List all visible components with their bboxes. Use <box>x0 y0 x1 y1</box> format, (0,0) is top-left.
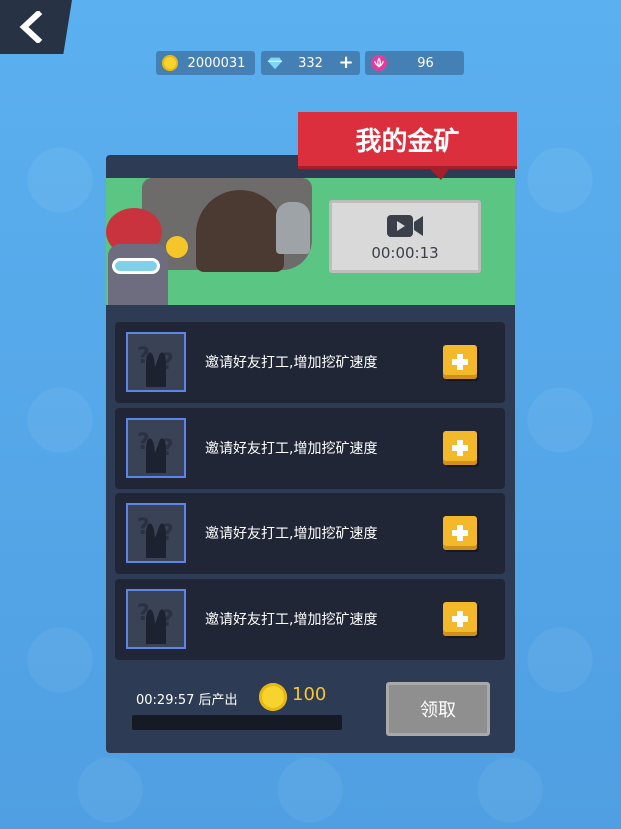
tombstone-illustration <box>276 202 310 254</box>
plus-icon <box>452 611 468 627</box>
crown-icon <box>166 236 188 258</box>
video-camera-icon <box>387 214 423 237</box>
page-title: 我的金矿 <box>298 112 517 180</box>
add-friend-button[interactable] <box>443 516 477 550</box>
mine-entrance-illustration <box>196 190 284 272</box>
avatar: ? ? <box>126 503 186 563</box>
chevron-left-icon <box>19 11 43 43</box>
avatar: ? ? <box>126 418 186 478</box>
unknown-friend-icon: ? ? <box>137 430 174 473</box>
add-gems-button[interactable]: + <box>338 54 354 72</box>
pink-flower-icon <box>371 55 387 71</box>
back-button[interactable] <box>0 0 72 54</box>
plus-icon <box>452 440 468 456</box>
production-timer: 00:29:57 后产出 <box>136 693 238 708</box>
plus-icon <box>452 354 468 370</box>
invite-slot-1[interactable]: ? ? 邀请好友打工,增加挖矿速度 <box>115 322 505 403</box>
unknown-friend-icon: ? ? <box>137 515 174 558</box>
gem-value: 332 <box>298 55 323 71</box>
invite-label: 邀请好友打工,增加挖矿速度 <box>205 612 378 628</box>
production-progress-bar <box>132 715 342 730</box>
watch-video-button[interactable]: 00:00:13 <box>329 200 481 273</box>
gem-counter: 332 + <box>261 51 360 75</box>
coin-icon <box>162 55 178 71</box>
invite-slot-3[interactable]: ? ? 邀请好友打工,增加挖矿速度 <box>115 493 505 574</box>
coin-icon <box>259 683 287 711</box>
avatar: ? ? <box>126 589 186 649</box>
diamond-icon <box>267 55 283 71</box>
invite-label: 邀请好友打工,增加挖矿速度 <box>205 526 378 542</box>
character-illustration <box>106 208 168 305</box>
video-timer: 00:00:13 <box>371 243 439 262</box>
invite-slot-4[interactable]: ? ? 邀请好友打工,增加挖矿速度 <box>115 579 505 660</box>
invite-label: 邀请好友打工,增加挖矿速度 <box>205 441 378 457</box>
gold-counter: 2000031 <box>156 51 255 75</box>
add-friend-button[interactable] <box>443 602 477 636</box>
ticket-counter: 96 <box>365 51 464 75</box>
plus-icon <box>452 525 468 541</box>
ticket-value: 96 <box>417 55 434 71</box>
claim-button[interactable]: 领取 <box>386 682 490 736</box>
gold-value: 2000031 <box>187 55 246 71</box>
unknown-friend-icon: ? ? <box>137 601 174 644</box>
reward-amount: 100 <box>292 684 327 705</box>
add-friend-button[interactable] <box>443 345 477 379</box>
avatar: ? ? <box>126 332 186 392</box>
invite-label: 邀请好友打工,增加挖矿速度 <box>205 355 378 371</box>
unknown-friend-icon: ? ? <box>137 344 174 387</box>
add-friend-button[interactable] <box>443 431 477 465</box>
invite-slot-2[interactable]: ? ? 邀请好友打工,增加挖矿速度 <box>115 408 505 489</box>
